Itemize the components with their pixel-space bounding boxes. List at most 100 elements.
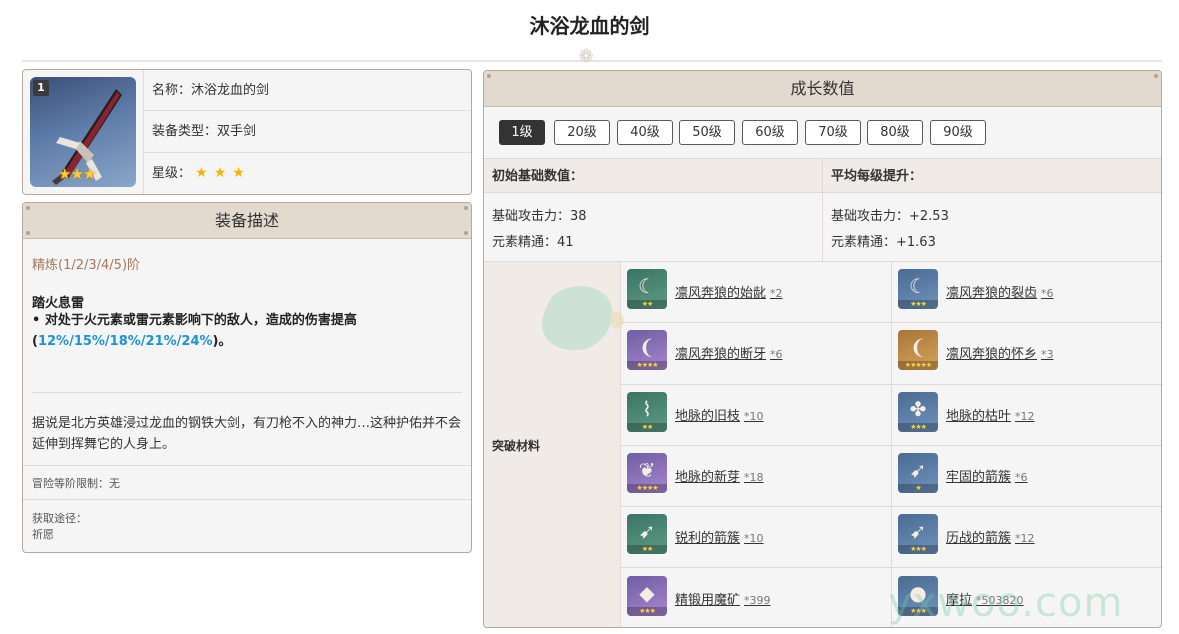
fang-icon[interactable]: ❨ ★★★★ [627,330,667,371]
material-glyph: ☾ [909,274,927,298]
material-item: ✤ ★★★ 地脉的枯叶 *12 [892,385,1161,446]
corner-dot [464,206,468,210]
material-count: *6 [770,348,783,362]
material-count: *6 [1015,470,1028,484]
tab-level-80[interactable]: 80级 [867,120,923,145]
tab-level-20[interactable]: 20级 [554,120,610,145]
material-stars: ★★ [627,300,667,309]
star-icon: ★ [213,164,227,181]
base-em: 元素精通：41 [492,235,574,250]
source-value: 祈愿 [32,528,54,541]
weapon-info-card: 1 ★★★ 名称：沐浴龙血的剑 装备类型：双手剑 星级： ★ ★ ★ [22,69,472,195]
ore-icon[interactable]: ◆ ★★★ [627,575,667,616]
material-name: 地脉的枯叶 [946,408,1012,424]
description-header: 装备描述 [23,203,471,239]
leaf-icon[interactable]: ✤ ★★★ [898,391,938,432]
material-stars: ★★★ [898,422,938,432]
material-glyph: ➹ [638,519,656,544]
source-label: 获取途径： [32,512,87,525]
material-count: *10 [744,409,764,423]
material-link[interactable]: 地脉的旧枝 *10 [675,405,764,424]
sprout-icon[interactable]: ❦ ★★★★ [627,452,667,493]
tab-level-40[interactable]: 40级 [617,120,673,145]
tooth-icon[interactable]: ☾ ★★ [627,269,667,309]
material-item: ◆ ★★★ 精锻用魔矿 *399 [621,569,891,628]
branch-icon[interactable]: ⌇ ★★ [627,391,667,432]
material-name: 精锻用魔矿 [675,592,741,608]
materials-label: 突破材料 [492,439,541,453]
material-link[interactable]: 凛风奔狼的始龀 *2 [675,282,783,301]
refinement-label: 精炼(1/2/3/4/5)阶 [32,258,141,273]
fang-icon[interactable]: ❨ ★★★★★ [898,330,938,371]
material-name: 凛风奔狼的始龀 [675,286,767,301]
material-count: *6 [1041,287,1054,300]
material-stars: ★★★★ [627,483,667,493]
watermark-text: yxwoo.com [888,580,1124,626]
material-glyph: ❨ [638,335,656,360]
corner-dot [464,231,468,235]
material-name: 凛风奔狼的断牙 [675,347,767,363]
material-link[interactable]: 凛风奔狼的断牙 *6 [675,343,783,362]
divider [822,158,823,261]
weapon-type-row: 装备类型：双手剑 [144,111,471,153]
growth-header: 成长数值 [484,71,1161,107]
material-link[interactable]: 凛风奔狼的裂齿 *6 [946,282,1054,301]
material-item: ☾ ★★ 凛风奔狼的始龀 *2 [621,262,891,324]
adventure-rank-limit: 冒险等阶限制：无 [23,465,471,500]
material-glyph: ❨ [909,335,927,360]
material-count: *10 [744,532,764,546]
weapon-name-row: 名称：沐浴龙血的剑 [144,70,471,112]
material-link[interactable]: 地脉的新芽 *18 [675,466,764,485]
material-link[interactable]: 凛风奔狼的怀乡 *3 [946,343,1054,362]
tab-level-90[interactable]: 90级 [930,120,986,145]
material-glyph: ➹ [909,457,927,482]
material-name: 地脉的旧枝 [675,408,741,424]
weapon-info-rows: 名称：沐浴龙血的剑 装备类型：双手剑 星级： ★ ★ ★ [143,70,471,194]
material-stars: ★★ [627,545,667,555]
passive-values: 12%/15%/18%/21%/24% [37,334,213,349]
material-glyph: ◆ [639,580,655,605]
star-icon: ★ [195,164,208,181]
watermark-logo-icon [541,286,625,351]
star-icon: ★ [232,164,245,181]
material-count: *12 [1015,409,1035,423]
material-glyph: ❦ [638,457,656,482]
material-stars: ★ [898,483,938,493]
material-item: ➹ ★ 牢固的箭簇 *6 [892,446,1161,508]
material-link[interactable]: 历战的箭簇 *12 [946,527,1035,546]
material-link[interactable]: 地脉的枯叶 *12 [946,405,1035,424]
base-stats-header: 初始基础数值： [492,169,584,184]
tab-level-60[interactable]: 60级 [742,120,798,145]
material-link[interactable]: 精锻用魔矿 *399 [675,589,771,608]
avg-atk: 基础攻击力：+2.53 [831,209,949,224]
material-name: 凛风奔狼的裂齿 [946,286,1038,301]
tooth-icon[interactable]: ☾ ★★★ [898,269,938,309]
material-item: ❨ ★★★★★ 凛风奔狼的怀乡 *3 [892,323,1161,385]
corner-dot [1154,74,1158,78]
material-link[interactable]: 牢固的箭簇 *6 [946,466,1028,485]
passive-description: • 对处于火元素或雷元素影响下的敌人，造成的伤害提高(12%/15%/18%/2… [32,310,462,352]
arrowhead-icon[interactable]: ➹ ★ [898,452,938,493]
passive-name: 踏火息雷 [32,296,85,311]
material-glyph: ⌇ [642,396,652,421]
material-name: 地脉的新芽 [675,469,741,485]
arrowhead-icon[interactable]: ➹ ★★★ [898,514,938,555]
material-count: *399 [744,593,771,607]
tab-level-1[interactable]: 1级 [499,120,545,145]
material-name: 历战的箭簇 [946,531,1012,547]
tab-level-70[interactable]: 70级 [805,120,861,145]
growth-header-label: 成长数值 [790,79,855,98]
material-item: ❨ ★★★★ 凛风奔狼的断牙 *6 [621,323,891,385]
ornament-icon: ❁ [578,46,594,67]
material-glyph: ☾ [638,274,656,298]
arrowhead-icon[interactable]: ➹ ★★ [627,514,667,555]
refine-badge: 1 [33,80,49,96]
rarity-stars-overlay: ★★★ [58,165,96,183]
tab-level-50[interactable]: 50级 [679,120,735,145]
weapon-image: 1 ★★★ [30,77,136,187]
lore-text: 据说是北方英雄浸过龙血的钢铁大剑，有刀枪不入的神力…这种护佑并不会延伸到挥舞它的… [32,416,462,452]
material-link[interactable]: 锐利的箭簇 *10 [675,527,764,546]
corner-dot [26,231,30,235]
material-count: *12 [1015,532,1035,546]
material-item: ☾ ★★★ 凛风奔狼的裂齿 *6 [892,262,1161,324]
